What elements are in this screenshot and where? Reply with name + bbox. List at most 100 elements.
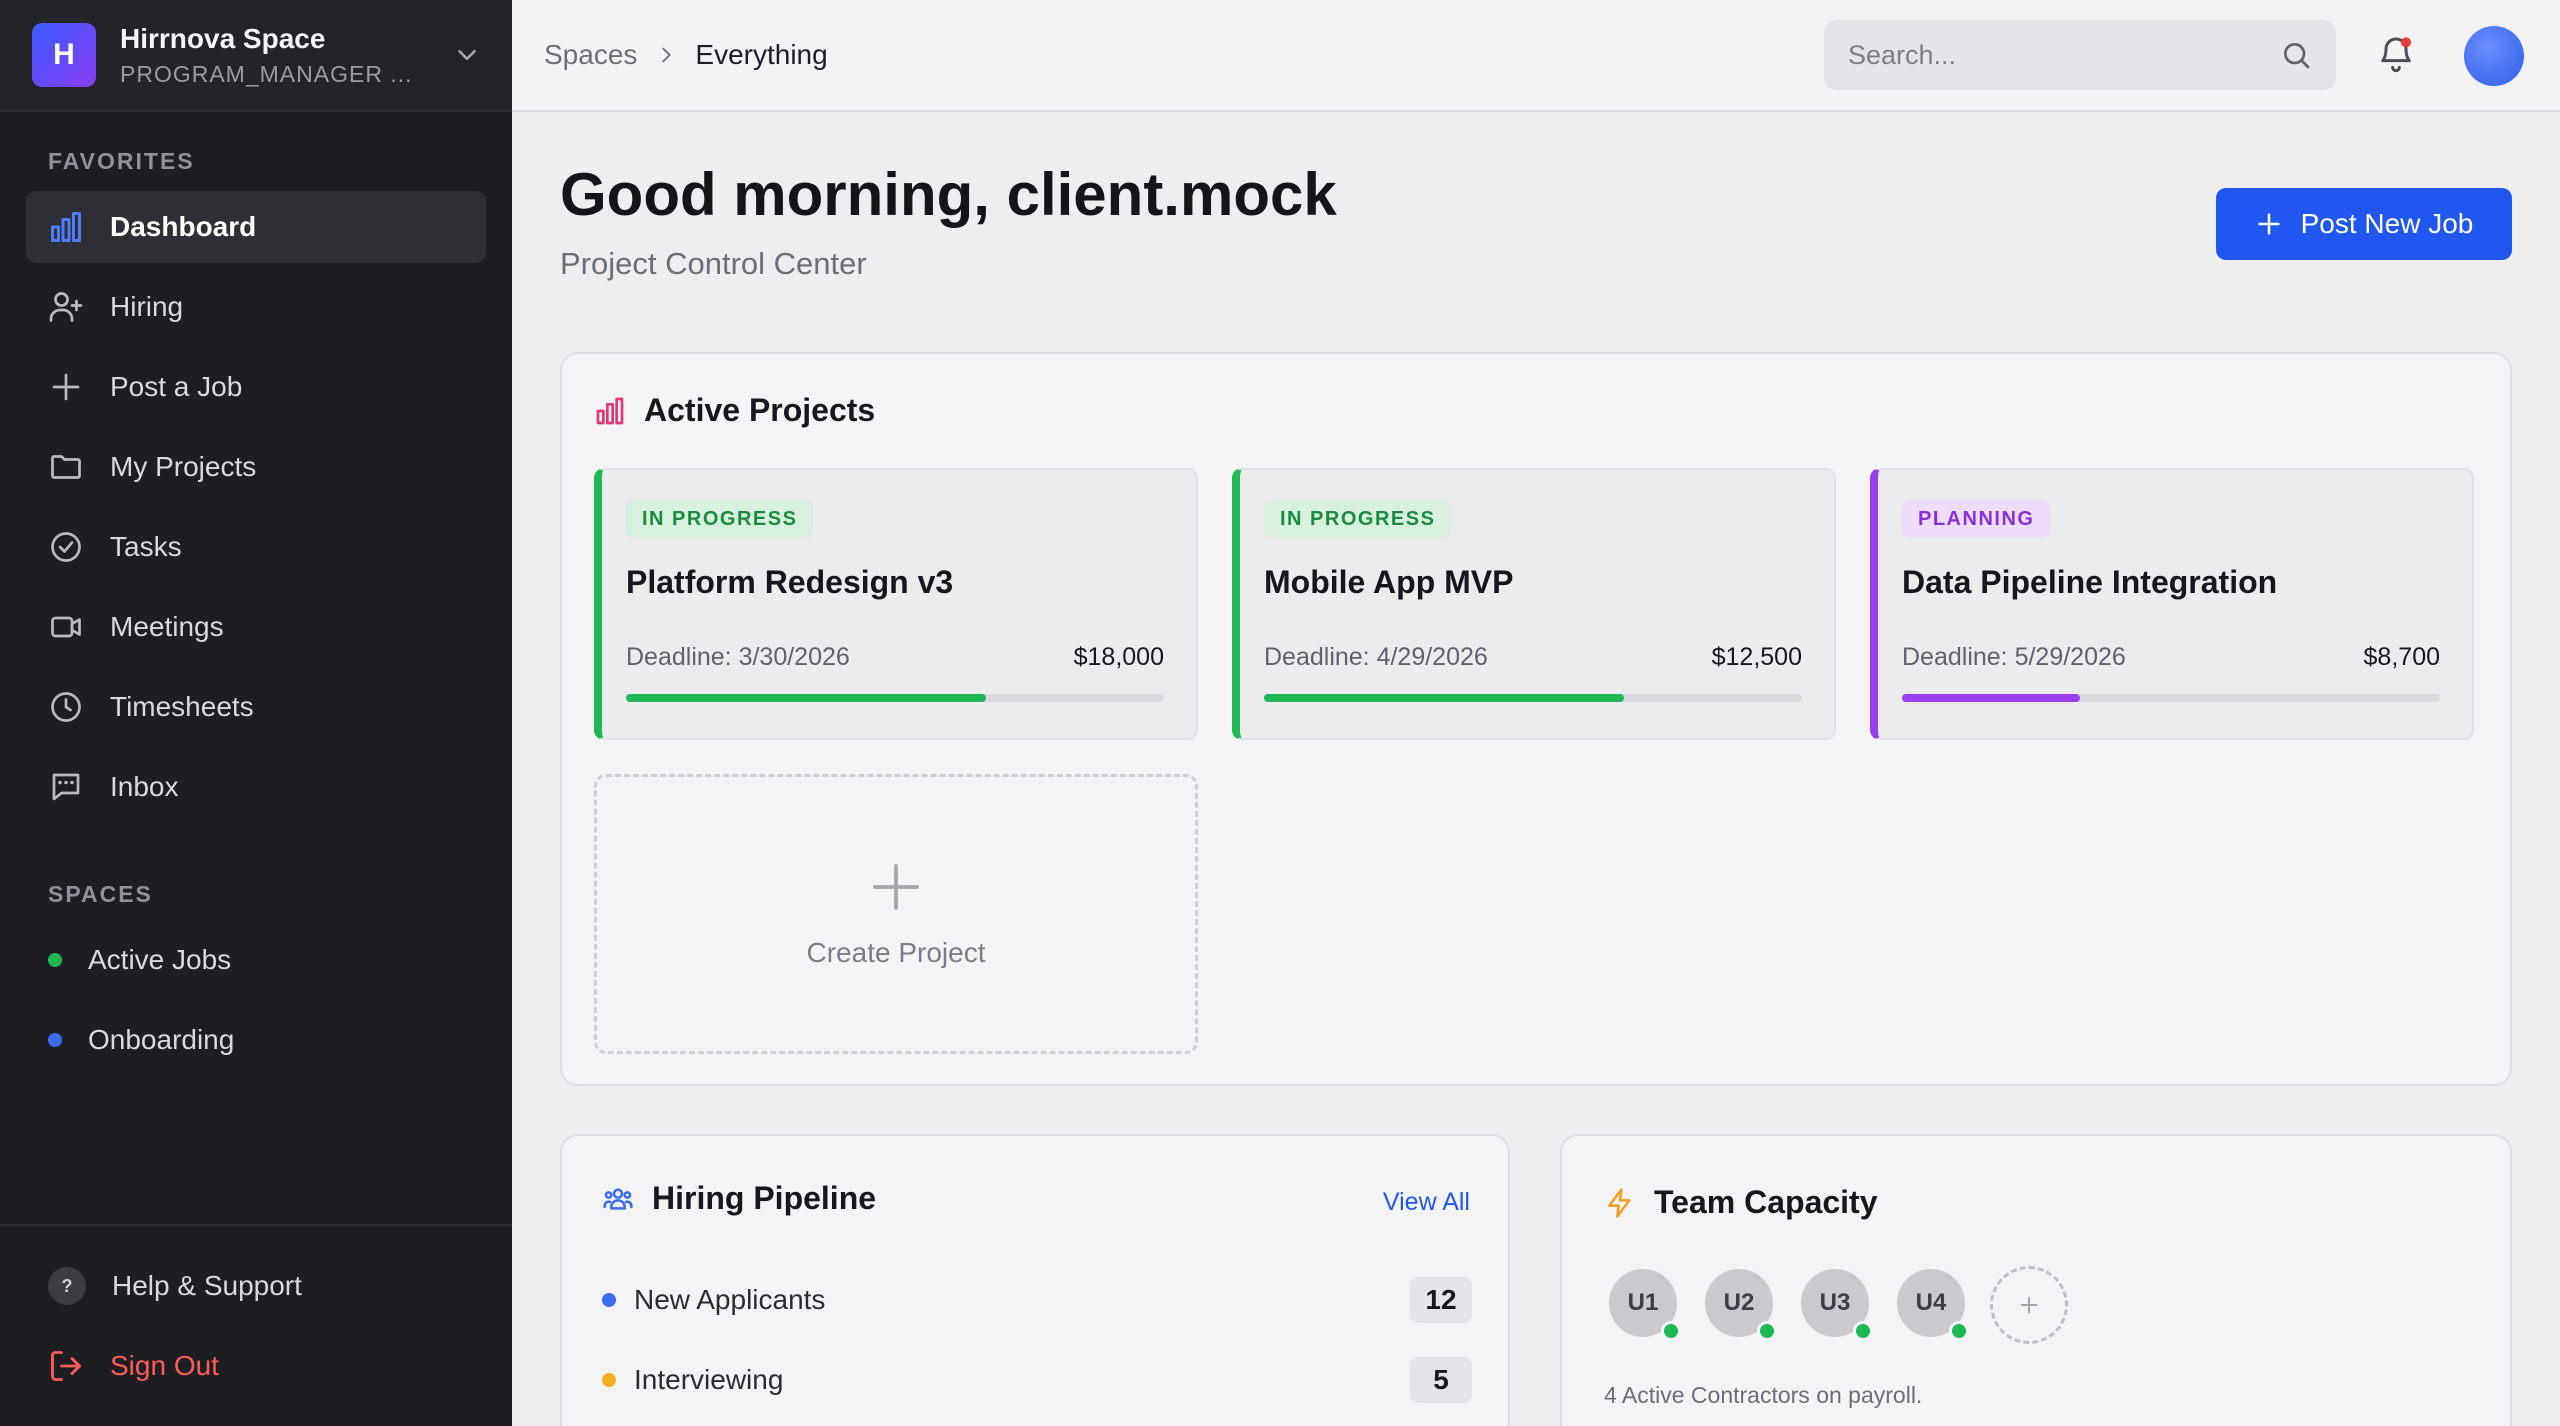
avatar-initials: U3 [1819, 1289, 1851, 1316]
active-projects-title: Active Projects [644, 392, 876, 428]
sidebar-item-post-a-job[interactable]: Post a Job [26, 351, 486, 423]
space-item-label: Onboarding [88, 1024, 235, 1055]
search-box[interactable] [1824, 20, 2336, 90]
sidebar-item-timesheets[interactable]: Timesheets [26, 671, 486, 743]
space-item-active-jobs[interactable]: Active Jobs [0, 920, 512, 1000]
online-indicator [1853, 1321, 1873, 1341]
search-icon[interactable] [2280, 39, 2312, 71]
progress-bar [1902, 694, 2440, 702]
workspace-switcher[interactable]: H Hirrnova Space PROGRAM_MANAGER ... [0, 0, 512, 112]
breadcrumb-current: Everything [695, 39, 828, 70]
user-plus-icon [49, 292, 83, 322]
sidebar-item-label: Inbox [110, 771, 179, 802]
create-project-button[interactable]: Create Project [594, 774, 1198, 1054]
team-member-avatar[interactable]: U3 [1798, 1266, 1873, 1341]
sidebar-item-tasks[interactable]: Tasks [26, 511, 486, 583]
team-capacity-title: Team Capacity [1654, 1184, 1878, 1220]
video-icon [51, 616, 81, 638]
active-projects-card: Active Projects IN PROGRESS Platform Red… [560, 352, 2512, 1086]
project-card-platform-redesign[interactable]: IN PROGRESS Platform Redesign v3 Deadlin… [594, 468, 1198, 740]
sign-out-button[interactable]: Sign Out [26, 1330, 486, 1402]
progress-bar [1264, 694, 1802, 702]
pipeline-row-interviewing[interactable]: Interviewing 5 [602, 1356, 1472, 1404]
hiring-pipeline-card: Hiring Pipeline View All New Applicants … [560, 1134, 1510, 1426]
workspace-info: Hirrnova Space PROGRAM_MANAGER ... [120, 23, 452, 88]
project-budget: $12,500 [1711, 643, 1802, 671]
clock-icon [51, 692, 81, 722]
workspace-name: Hirrnova Space [120, 22, 326, 54]
create-project-label: Create Project [806, 937, 986, 968]
folder-icon [51, 455, 81, 479]
breadcrumb: Spaces Everything [544, 39, 828, 71]
help-support-link[interactable]: ? Help & Support [26, 1250, 486, 1322]
workspace-logo: H [32, 23, 96, 87]
project-card-mobile-app[interactable]: IN PROGRESS Mobile App MVP Deadline: 4/2… [1232, 468, 1836, 740]
check-circle-icon [51, 532, 81, 562]
sidebar-item-label: Tasks [110, 531, 182, 562]
online-indicator [1949, 1321, 1969, 1341]
sidebar-item-dashboard[interactable]: Dashboard [26, 191, 486, 263]
sidebar-item-meetings[interactable]: Meetings [26, 591, 486, 663]
project-card-data-pipeline[interactable]: PLANNING Data Pipeline Integration Deadl… [1870, 468, 2474, 740]
online-indicator [1757, 1321, 1777, 1341]
sidebar-item-label: Timesheets [110, 691, 254, 722]
project-budget: $8,700 [2363, 643, 2440, 671]
breadcrumb-spaces[interactable]: Spaces [544, 39, 637, 71]
status-badge: PLANNING [1902, 500, 2051, 538]
pipeline-label: New Applicants [634, 1284, 826, 1315]
spaces-label: SPACES [48, 881, 153, 907]
sidebar: H Hirrnova Space PROGRAM_MANAGER ... FAV… [0, 0, 512, 1426]
project-meta: Deadline: 5/29/2026 $8,700 [1902, 643, 2440, 672]
project-name: Mobile App MVP [1264, 564, 1514, 600]
sidebar-item-label: Dashboard [110, 211, 257, 242]
status-badge: IN PROGRESS [626, 500, 814, 538]
message-icon [52, 773, 80, 801]
bell-icon[interactable] [2376, 34, 2416, 74]
pipeline-row-new-applicants[interactable]: New Applicants 12 [602, 1276, 1472, 1324]
status-dot [602, 1373, 616, 1387]
view-all-link[interactable]: View All [1383, 1188, 1470, 1217]
progress-fill [626, 694, 987, 702]
help-label: Help & Support [112, 1270, 302, 1301]
plus-icon [2020, 1296, 2038, 1314]
sidebar-footer: ? Help & Support Sign Out [0, 1224, 512, 1426]
search-input[interactable] [1848, 39, 2280, 71]
status-dot [602, 1293, 616, 1307]
status-dot [48, 953, 62, 967]
sidebar-item-hiring[interactable]: Hiring [26, 271, 486, 343]
sidebar-item-label: My Projects [110, 451, 257, 482]
progress-fill [1264, 694, 1625, 702]
sidebar-item-label: Meetings [110, 611, 224, 642]
team-member-avatar[interactable]: U4 [1894, 1266, 1969, 1341]
pipeline-count: 5 [1410, 1357, 1472, 1403]
plus-icon [52, 373, 80, 401]
sign-out-label: Sign Out [110, 1350, 219, 1381]
bar-chart-icon [51, 212, 81, 242]
space-item-onboarding[interactable]: Onboarding [0, 1000, 512, 1080]
project-deadline: Deadline: 4/29/2026 [1264, 643, 1488, 671]
capacity-note: 4 Active Contractors on payroll. [1604, 1382, 1923, 1408]
lightning-icon [1608, 1187, 1631, 1218]
sidebar-item-inbox[interactable]: Inbox [26, 751, 486, 823]
chevron-down-icon[interactable] [452, 40, 482, 70]
project-meta: Deadline: 4/29/2026 $12,500 [1264, 643, 1802, 672]
chevron-right-icon [662, 47, 671, 63]
post-new-job-button[interactable]: Post New Job [2216, 188, 2512, 260]
spaces-list: Active Jobs Onboarding [0, 920, 512, 1080]
favorites-nav: Dashboard Hiring Post a Job My Projects … [0, 191, 512, 823]
hiring-pipeline-title: Hiring Pipeline [652, 1180, 877, 1216]
project-budget: $18,000 [1073, 643, 1164, 671]
sidebar-item-my-projects[interactable]: My Projects [26, 431, 486, 503]
sidebar-item-label: Hiring [110, 291, 184, 322]
favorites-label: FAVORITES [48, 148, 195, 174]
bar-chart-icon [596, 397, 624, 424]
team-member-avatar[interactable]: U2 [1702, 1266, 1777, 1341]
progress-fill [1902, 694, 2080, 702]
team-capacity-header: Team Capacity [1604, 1184, 1878, 1221]
avatar-initials: U2 [1723, 1289, 1755, 1316]
add-member-button[interactable] [1990, 1266, 2068, 1344]
team-member-avatar[interactable]: U1 [1606, 1266, 1681, 1341]
project-name: Platform Redesign v3 [626, 564, 954, 600]
avatar-initials: U1 [1627, 1289, 1659, 1316]
user-avatar[interactable] [2464, 26, 2524, 86]
